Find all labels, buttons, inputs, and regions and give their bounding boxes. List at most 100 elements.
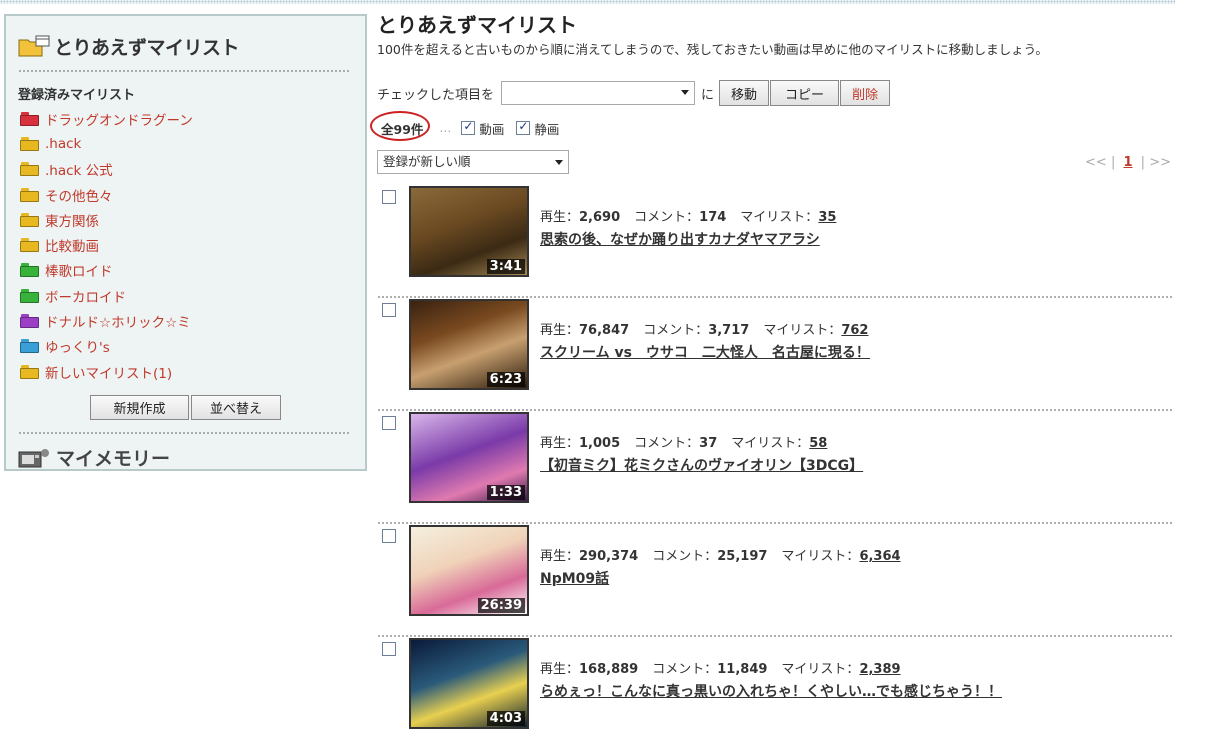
sidebar-buttons: 新規作成 並べ替え — [6, 384, 365, 421]
video-stats: 再生：1,005 コメント：37 マイリスト：58 — [540, 432, 827, 451]
mylist-folder-item[interactable]: 新しいマイリスト(1) — [20, 359, 365, 384]
mylist-count-link[interactable]: 35 — [818, 210, 836, 225]
mylist-folder-label[interactable]: 新しいマイリスト(1) — [45, 362, 172, 382]
mylist-sidebar: とりあえずマイリスト 登録済みマイリスト ドラッグオンドラグーン .hack .ha… — [4, 14, 367, 471]
video-stats: 再生：76,847 コメント：3,717 マイリスト：762 — [540, 319, 868, 338]
folder-icon — [20, 238, 39, 253]
folder-icon — [20, 263, 39, 278]
to-label: に — [701, 87, 715, 103]
video-list-item: 4:03 再生：168,889 コメント：11,849 マイリスト：2,389 らめぇっ… — [377, 637, 1177, 744]
video-title-link[interactable]: NpM09話 — [540, 568, 609, 588]
mylist-folder-label[interactable]: その他色々 — [45, 185, 113, 205]
video-title-link[interactable]: 【初音ミク】花ミクさんのヴァイオリン【3DCG】 — [540, 455, 863, 475]
pagination: << | 1 | >> — [1085, 155, 1171, 170]
pager-separator: | — [1140, 154, 1146, 170]
top-dotted-border — [0, 0, 1175, 4]
video-select-checkbox[interactable] — [382, 303, 396, 317]
mylist-folder-item[interactable]: ドラッグオンドラグーン — [20, 106, 365, 131]
sort-order-select[interactable]: 登録が新しい順 — [377, 150, 569, 174]
video-select-checkbox[interactable] — [382, 529, 396, 543]
video-list-item: 26:39 再生：290,374 コメント：25,197 マイリスト：6,364 NpM… — [377, 524, 1177, 637]
chevron-down-icon — [681, 90, 690, 95]
mylist-folder-item[interactable]: 棒歌ロイド — [20, 258, 365, 283]
video-thumbnail[interactable]: 26:39 — [409, 525, 529, 616]
page-title: とりあえずマイリスト — [377, 13, 577, 37]
bulk-action-row: チェックした項目を に 移動 コピー 削除 — [377, 79, 1177, 107]
count-filter-row: 全99件 … 動画 静画 — [370, 110, 1177, 143]
play-count: 2,690 — [579, 210, 621, 225]
folder-icon — [20, 364, 39, 379]
mylist-count-label: マイリスト： — [740, 210, 819, 225]
mylist-folder-item[interactable]: .hack — [20, 131, 365, 156]
video-list-item: 3:41 再生：2,690 コメント：174 マイリスト：35 思索の後、なぜか踊り出す… — [377, 185, 1177, 298]
video-thumbnail[interactable]: 1:33 — [409, 412, 529, 503]
video-select-checkbox[interactable] — [382, 416, 396, 430]
video-title-link[interactable]: 思索の後、なぜか踊り出すカナダヤマアラシ — [540, 229, 820, 249]
new-mylist-button[interactable]: 新規作成 — [90, 395, 189, 421]
checked-items-label: チェックした項目を — [377, 87, 495, 103]
comment-count-label: コメント： — [652, 549, 718, 564]
play-count: 290,374 — [579, 549, 639, 564]
mylist-folder-label[interactable]: 比較動画 — [45, 235, 99, 255]
mylist-folder-label[interactable]: .hack — [45, 136, 81, 152]
mylist-folder-label[interactable]: 棒歌ロイド — [45, 260, 113, 280]
mylist-folder-label[interactable]: ドラッグオンドラグーン — [45, 109, 193, 129]
mylist-folder-label[interactable]: ゆっくり's — [45, 336, 110, 356]
copy-button[interactable]: コピー — [770, 80, 840, 106]
mylist-folder-label[interactable]: ボーカロイド — [45, 286, 126, 306]
folder-icon — [20, 111, 39, 126]
mylist-count-label: マイリスト： — [763, 323, 842, 338]
folder-icon — [20, 162, 39, 177]
comment-count-label: コメント： — [652, 662, 718, 677]
play-count-label: 再生： — [540, 662, 580, 677]
play-count: 76,847 — [579, 323, 630, 338]
play-count: 1,005 — [579, 436, 621, 451]
mylist-count-link[interactable]: 762 — [841, 323, 868, 338]
mylist-folder-item[interactable]: .hack 公式 — [20, 157, 365, 182]
main-content: とりあえずマイリスト 100件を超えると古いものから順に消えてしまうので、残して… — [370, 10, 1177, 744]
filter-image-checkbox[interactable] — [516, 119, 531, 135]
video-select-checkbox[interactable] — [382, 642, 396, 656]
video-thumbnail[interactable]: 4:03 — [409, 638, 529, 729]
mylist-folder-item[interactable]: その他色々 — [20, 182, 365, 207]
play-count: 168,889 — [579, 662, 639, 677]
video-thumbnail[interactable]: 3:41 — [409, 186, 529, 277]
registered-mylists-heading: 登録済みマイリスト — [18, 88, 136, 103]
comment-count-label: コメント： — [643, 323, 709, 338]
comment-count: 3,717 — [708, 323, 750, 338]
video-select-checkbox[interactable] — [382, 190, 396, 204]
mylist-count-label: マイリスト： — [781, 549, 860, 564]
pager-current-page[interactable]: 1 — [1119, 155, 1136, 170]
pager-next[interactable]: >> — [1149, 155, 1171, 170]
filter-image-label: 静画 — [534, 121, 560, 137]
comment-count-label: コメント： — [634, 210, 700, 225]
my-memory-title: マイメモリー — [56, 448, 171, 471]
video-duration: 3:41 — [486, 259, 525, 274]
mylist-folder-item[interactable]: ボーカロイド — [20, 283, 365, 308]
folder-icon — [20, 187, 39, 202]
play-count-label: 再生： — [540, 323, 580, 338]
video-title-link[interactable]: らめぇっ！こんなに真っ黒いの入れちゃ！くやしい…でも感じちゃう！！ — [540, 681, 1002, 701]
mylist-folder-item[interactable]: 東方関係 — [20, 207, 365, 232]
memory-camera-icon — [18, 448, 49, 468]
target-mylist-select[interactable] — [501, 81, 696, 105]
video-thumbnail[interactable]: 6:23 — [409, 299, 529, 390]
mylist-count-link[interactable]: 6,364 — [859, 549, 900, 564]
filter-video-checkbox[interactable] — [461, 119, 476, 135]
mylist-count-link[interactable]: 58 — [809, 436, 827, 451]
video-title-link[interactable]: スクリーム vs ウサコ 二大怪人 名古屋に現る！ — [540, 342, 870, 362]
mylist-folder-label[interactable]: 東方関係 — [45, 210, 99, 230]
mylist-count-link[interactable]: 2,389 — [859, 662, 900, 677]
mylist-folder-label[interactable]: ドナルド☆ホリック☆ミ — [45, 311, 191, 331]
move-button[interactable]: 移動 — [719, 80, 770, 106]
delete-button[interactable]: 削除 — [840, 80, 891, 106]
pager-prev[interactable]: << — [1085, 155, 1107, 170]
mylist-folder-item[interactable]: 比較動画 — [20, 232, 365, 257]
mylist-folder-item[interactable]: ゆっくり's — [20, 334, 365, 359]
mylist-folder-label[interactable]: .hack 公式 — [45, 159, 113, 179]
mylist-count-label: マイリスト： — [781, 662, 860, 677]
play-count-label: 再生： — [540, 210, 580, 225]
sort-mylists-button[interactable]: 並べ替え — [191, 395, 281, 421]
mylist-folder-item[interactable]: ドナルド☆ホリック☆ミ — [20, 308, 365, 333]
my-memory-header[interactable]: マイメモリー — [6, 434, 365, 471]
